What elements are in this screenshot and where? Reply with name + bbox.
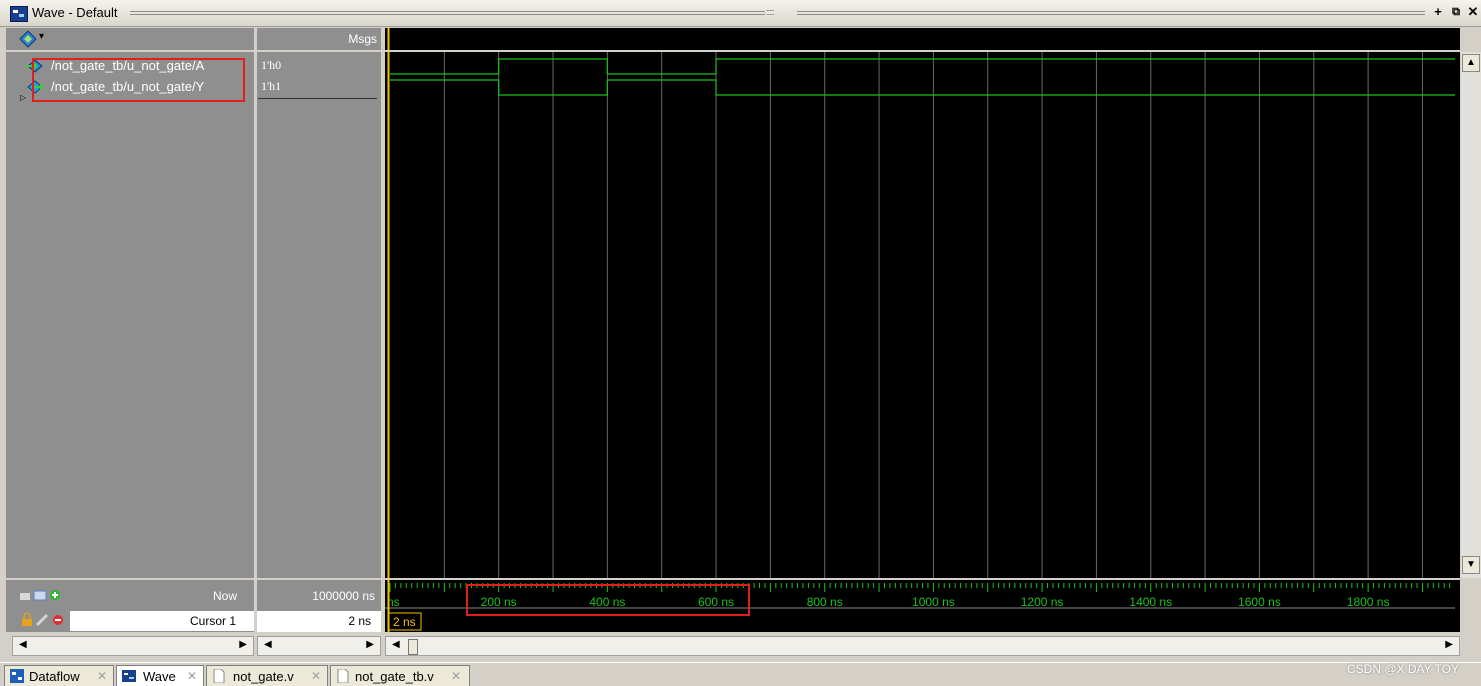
file-icon	[337, 669, 349, 683]
tab-not-gate-tb-v[interactable]: not_gate_tb.v ✕	[330, 665, 470, 686]
signal-names-header: ▾	[6, 28, 254, 50]
watermark: CSDN @X DAY TOY	[1347, 662, 1459, 676]
tab-label-not-gate-v: not_gate.v	[233, 669, 294, 684]
chevron-down-icon[interactable]: ▾	[39, 31, 44, 42]
now-label: Now	[213, 589, 238, 603]
dock-plus-icon[interactable]: +	[1431, 5, 1445, 19]
cursor-value-box[interactable]: 2 ns	[257, 611, 381, 632]
tab-bar: Dataflow ✕ Wave ✕ not_gate.v ✕ not_gate_…	[0, 662, 1481, 686]
signal-add-icon[interactable]	[19, 30, 37, 48]
time-ruler[interactable]: ns 200 ns 400 ns 600 ns 800 ns 1000 ns 1200 ns…	[385, 580, 1460, 632]
values-hscrollbar[interactable]: ◀ ▶	[257, 636, 381, 656]
close-icon[interactable]: ✕	[451, 669, 461, 683]
ruler-label: 600 ns	[698, 595, 734, 609]
ruler-label: 400 ns	[589, 595, 625, 609]
wave-header	[385, 28, 1460, 50]
cursor-lock-icon[interactable]	[22, 613, 68, 627]
title-bar: Wave - Default ::::: + ⧉ ✕	[0, 0, 1481, 27]
now-value: 1000000 ns	[312, 589, 375, 603]
waveform-plot[interactable]	[385, 52, 1460, 578]
signal-names-pane: /not_gate_tb/u_not_gate/A /not_gate_tb/u…	[6, 52, 254, 578]
scroll-up-icon[interactable]: ▲	[1462, 54, 1480, 72]
signal-y-trace	[390, 79, 1455, 96]
signal-a-trace	[390, 58, 1455, 75]
wave-hscrollbar[interactable]: ◀ ▶	[385, 636, 1460, 656]
wave-icon	[122, 670, 136, 682]
window-title: Wave - Default	[32, 5, 118, 20]
msgs-label: Msgs	[348, 32, 377, 46]
scroll-right-icon[interactable]: ▶	[1445, 639, 1453, 650]
expand-marker-icon[interactable]: ▷	[20, 93, 26, 102]
ruler-label: 800 ns	[807, 595, 843, 609]
drag-grip[interactable]: :::::	[766, 7, 796, 17]
tab-dataflow[interactable]: Dataflow ✕	[4, 665, 114, 686]
scroll-left-icon[interactable]: ◀	[264, 639, 272, 650]
close-icon[interactable]: ✕	[1466, 5, 1480, 19]
tab-not-gate-v[interactable]: not_gate.v ✕	[206, 665, 328, 686]
cursor-add-icon[interactable]	[20, 588, 64, 602]
cursor-marker-label: 2 ns	[393, 615, 416, 629]
vertical-scrollbar[interactable]: ▲ ▼	[1461, 52, 1481, 578]
signal-values-pane: 1'h0 1'h1	[257, 52, 381, 578]
waveform-canvas[interactable]	[385, 52, 1460, 578]
signal-names-highlight	[32, 58, 245, 102]
ruler-label: 1800 ns	[1347, 595, 1390, 609]
ruler-label: 1000 ns	[912, 595, 955, 609]
wave-window-icon	[10, 6, 28, 22]
values-header: Msgs	[257, 28, 381, 50]
close-icon[interactable]: ✕	[187, 669, 197, 683]
tab-label-dataflow: Dataflow	[29, 669, 80, 684]
close-icon[interactable]: ✕	[311, 669, 321, 683]
signal-value-a: 1'h0	[261, 58, 282, 72]
ruler-label: 200 ns	[481, 595, 517, 609]
scroll-right-icon[interactable]: ▶	[366, 639, 374, 650]
ruler-label: 1200 ns	[1021, 595, 1064, 609]
cursor-values-pane: 1000000 ns 2 ns	[257, 580, 381, 632]
cursor-label[interactable]: Cursor 1	[190, 614, 236, 628]
undock-icon[interactable]: ⧉	[1449, 5, 1463, 19]
time-ruler-plot[interactable]: ns 200 ns 400 ns 600 ns 800 ns 1000 ns 1200 ns…	[385, 580, 1460, 632]
scroll-left-icon[interactable]: ◀	[19, 639, 27, 650]
cursor-value: 2 ns	[348, 614, 371, 628]
tab-label-wave: Wave	[143, 669, 176, 684]
ruler-label: 1600 ns	[1238, 595, 1281, 609]
dataflow-icon	[10, 669, 24, 683]
scroll-right-icon[interactable]: ▶	[239, 639, 247, 650]
value-separator	[258, 98, 377, 99]
signal-value-y: 1'h1	[261, 79, 282, 93]
tab-wave[interactable]: Wave ✕	[116, 665, 204, 686]
title-divider-right	[797, 11, 1425, 15]
names-hscrollbar[interactable]: ◀ ▶	[12, 636, 254, 656]
scroll-thumb[interactable]	[408, 639, 418, 655]
title-divider-left	[130, 11, 765, 15]
scroll-down-icon[interactable]: ▼	[1462, 556, 1480, 574]
close-icon[interactable]: ✕	[97, 669, 107, 683]
tab-label-not-gate-tb-v: not_gate_tb.v	[355, 669, 434, 684]
ruler-label: 1400 ns	[1129, 595, 1172, 609]
file-icon	[213, 669, 225, 683]
scroll-left-icon[interactable]: ◀	[392, 639, 400, 650]
